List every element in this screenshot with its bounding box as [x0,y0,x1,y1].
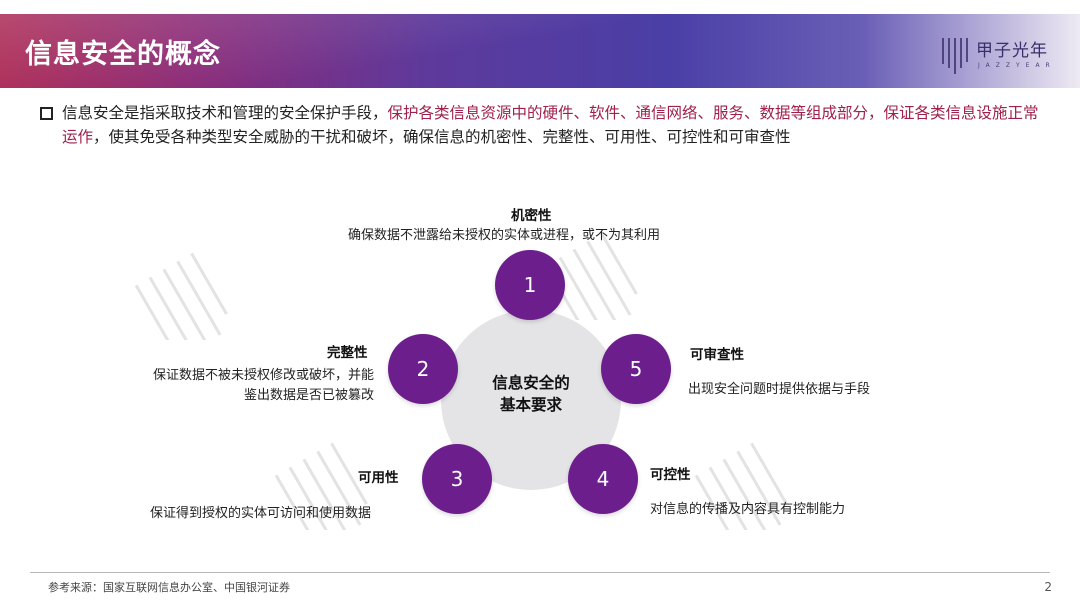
desc-integrity: 保证数据不被未授权修改或破坏，并能 鉴出数据是否已被篡改 [118,366,374,406]
header-banner: 信息安全的概念 甲子光年 JAZZYEAR [0,14,1080,88]
page-number: 2 [1044,580,1052,594]
logo-subtext: JAZZYEAR [978,62,1056,69]
watermark-logo-icon [134,252,228,340]
node-1: 1 [495,250,565,320]
intro-part-1: 信息安全是指采取技术和管理的安全保护手段， [62,104,388,122]
title-controllability: 可控性 [650,467,691,483]
node-5: 5 [601,334,671,404]
desc-auditability: 出现安全问题时提供依据与手段 [688,382,871,397]
node-3: 3 [422,444,492,514]
logo-text: 甲子光年 [976,41,1048,61]
page-title: 信息安全的概念 [25,39,221,70]
desc-availability: 保证得到授权的实体可访问和使用数据 [150,506,372,521]
title-availability: 可用性 [358,470,399,486]
node-4: 4 [568,444,638,514]
desc-integrity-line-1: 保证数据不被未授权修改或破坏，并能 [152,368,374,383]
title-integrity: 完整性 [327,345,368,361]
title-auditability: 可审查性 [690,347,744,363]
desc-confidentiality: 确保数据不泄露给未授权的实体或进程，或不为其利用 [348,228,661,243]
node-2: 2 [388,334,458,404]
center-label-line-2: 基本要求 [499,396,562,414]
footer-source: 参考来源：国家互联网信息办公室、中国银河证券 [48,581,290,594]
desc-controllability: 对信息的传播及内容具有控制能力 [650,502,846,517]
intro-paragraph: 信息安全是指采取技术和管理的安全保护手段，保护各类信息资源中的硬件、软件、通信网… [40,101,1042,149]
intro-part-3: ，使其免受各种类型安全威胁的干扰和破坏，确保信息的机密性、完整性、可用性、可控性… [93,128,791,146]
brand-logo: 甲子光年 JAZZYEAR [940,34,1050,78]
title-confidentiality: 机密性 [511,208,552,224]
center-label: 信息安全的 基本要求 [441,372,621,416]
square-bullet-icon [40,107,53,120]
footer-divider [30,572,1050,573]
intro-text: 信息安全是指采取技术和管理的安全保护手段，保护各类信息资源中的硬件、软件、通信网… [62,101,1042,149]
center-label-line-1: 信息安全的 [492,374,570,392]
desc-integrity-line-2: 鉴出数据是否已被篡改 [243,388,374,403]
logo-mark-icon [942,38,968,74]
